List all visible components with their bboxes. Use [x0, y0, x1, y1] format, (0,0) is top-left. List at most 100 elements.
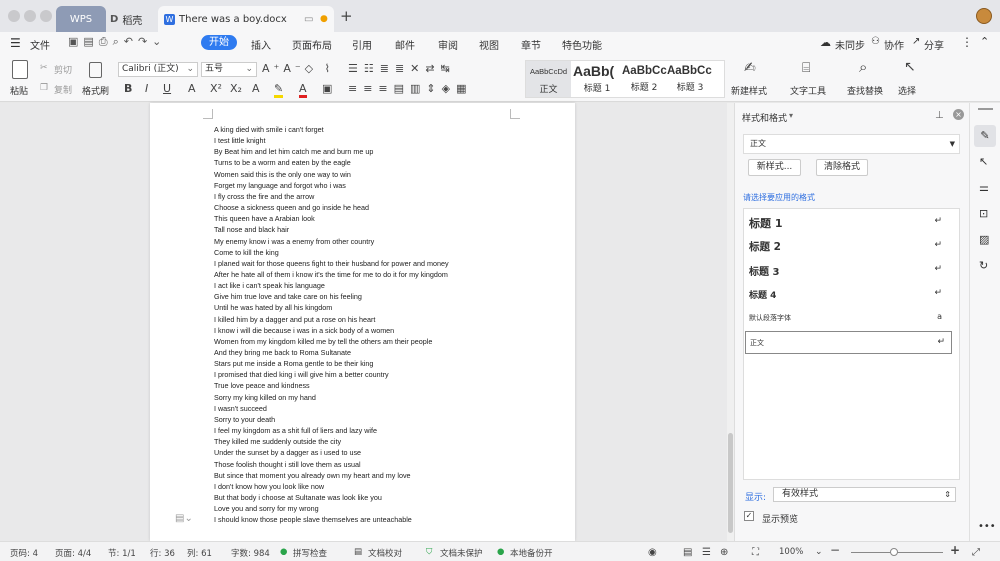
text-line[interactable]: This queen have a Arabian look [214, 214, 315, 223]
scrollbar-thumb[interactable] [728, 433, 733, 533]
hamburger-icon[interactable]: ☰ [10, 36, 21, 50]
zoom-out-icon[interactable]: − [830, 543, 840, 557]
share-button[interactable]: 分享 [924, 37, 944, 52]
text-line[interactable]: But since that moment you already own my… [214, 471, 411, 480]
underline-icon[interactable]: U [163, 83, 171, 95]
spell-check-button[interactable]: 拼写检查 [293, 547, 327, 559]
preview-checkbox[interactable]: ✓ [744, 511, 754, 521]
strikethrough-icon[interactable]: A [188, 83, 196, 95]
text-line[interactable]: True love peace and kindness [214, 381, 310, 390]
text-line[interactable]: My enemy know i was a enemy from other c… [214, 237, 374, 246]
text-line[interactable]: I promised that died king i will give hi… [214, 370, 389, 379]
collapse-ribbon-icon[interactable]: ⌃ [980, 35, 989, 48]
quick-access-icons[interactable]: ▣▤⎙⌕↶↷⌄ [68, 35, 166, 49]
style-item-heading-3[interactable]: 标题 3 ↵ [749, 259, 954, 281]
local-backup-button[interactable]: 本地备份开 [510, 547, 553, 559]
page-view-icon[interactable]: ▤ [683, 547, 692, 558]
tab-document[interactable]: W There was a boy.docx ▭ ● [158, 6, 334, 32]
text-line[interactable]: Until he was hated by all his kingdom [214, 303, 332, 312]
subscript-icon[interactable]: X₂ [230, 83, 242, 95]
cut-button[interactable]: 剪切 [54, 63, 72, 76]
text-line[interactable]: Under the sunset by a dagger as i used t… [214, 448, 361, 457]
bold-icon[interactable]: B [124, 83, 132, 95]
doc-proof-button[interactable]: 文档校对 [368, 547, 402, 559]
select-button[interactable]: 选择 [898, 84, 916, 97]
comment-icon[interactable]: ▭ [304, 14, 313, 25]
text-line[interactable]: I test little knight [214, 136, 266, 145]
zoom-slider-thumb[interactable] [890, 548, 898, 556]
text-line[interactable]: Love you and sorry for my wrong [214, 504, 319, 513]
text-line[interactable]: And they bring me back to Roma Sultanate [214, 348, 351, 357]
zoom-level[interactable]: 100% [779, 547, 803, 557]
new-style-button[interactable]: 新建样式 [731, 84, 767, 97]
vertical-scrollbar[interactable] [727, 103, 734, 541]
close-window-button[interactable] [8, 10, 20, 22]
font-name-select[interactable]: Calibri (正文) ⌄ [118, 62, 198, 77]
text-line[interactable]: Give him true love and take care on his … [214, 292, 362, 301]
style-item-normal[interactable]: 正文 ↵ [745, 331, 952, 354]
doc-protect-button[interactable]: 文档未保护 [440, 547, 483, 559]
fullscreen-icon[interactable]: ⤢ [972, 547, 980, 558]
text-line[interactable]: Come to kill the king [214, 248, 279, 257]
sliders-icon[interactable]: ⚌ [979, 181, 989, 194]
text-line[interactable]: Sorry to your death [214, 415, 275, 424]
tab-daoke[interactable]: D 稻壳 [110, 6, 160, 32]
list-icons[interactable]: ☰☷≣≣✕⇄↹ [348, 63, 456, 75]
style-item-heading-2[interactable]: 标题 2 ↵ [749, 235, 954, 257]
outline-view-icon[interactable]: ☰ [702, 547, 711, 558]
status-word-count[interactable]: 字数: 984 [231, 547, 270, 559]
style-heading-2[interactable]: AaBbCc 标题 2 [622, 61, 667, 97]
style-pen-icon[interactable]: ✎ [974, 125, 996, 147]
status-pages[interactable]: 页面: 4/4 [55, 547, 91, 559]
history-icon[interactable]: ↻ [979, 259, 988, 272]
italic-icon[interactable]: I [145, 83, 148, 95]
style-item-heading-4[interactable]: 标题 4 ↵ [749, 283, 954, 305]
sync-status[interactable]: 未同步 [835, 37, 865, 52]
font-color-icon[interactable]: A [299, 83, 307, 98]
text-line[interactable]: I should know those people slave themsel… [214, 515, 412, 524]
zoom-window-button[interactable] [40, 10, 52, 22]
text-line[interactable]: Stars put me inside a Roma gentle to be … [214, 359, 373, 368]
text-line[interactable]: I fly cross the fire and the arrow [214, 192, 314, 201]
text-line[interactable]: Turns to be a worm and eaten by the eagl… [214, 158, 351, 167]
text-line[interactable]: A king died with smile i can't forget [214, 125, 324, 134]
text-line[interactable]: I wasn't succeed [214, 404, 267, 413]
superscript-icon[interactable]: X² [210, 83, 222, 95]
tab-special[interactable]: 特色功能 [562, 37, 602, 52]
text-line[interactable]: After he hate all of them i know it's th… [214, 270, 448, 279]
font-size-select[interactable]: 五号 ⌄ [201, 62, 257, 77]
zoom-in-icon[interactable]: + [950, 543, 960, 557]
text-line[interactable]: Those foolish thought i still love them … [214, 460, 361, 469]
contact-icon[interactable]: ⊡ [979, 207, 988, 220]
text-line[interactable]: Forget my language and forgot who i was [214, 181, 346, 190]
tab-start[interactable]: 开始 [201, 35, 237, 50]
avatar[interactable] [976, 8, 992, 24]
new-tab-plus-icon[interactable]: + [340, 7, 353, 25]
collab-button[interactable]: 协作 [884, 37, 904, 52]
fit-page-icon[interactable]: ⛶ [752, 547, 759, 558]
status-section[interactable]: 节: 1/1 [108, 547, 136, 559]
format-painter-button[interactable]: 格式刷 [82, 84, 109, 97]
text-line[interactable]: I planed wait for those queens fight to … [214, 259, 449, 268]
text-line[interactable]: Women from my kingdom killed me by tell … [214, 337, 432, 346]
text-line[interactable]: By Beat him and let him catch me and bur… [214, 147, 373, 156]
text-line[interactable]: They killed me suddenly outside the city [214, 437, 341, 446]
paragraph-handle-icon[interactable]: ▤⌄ [175, 513, 193, 524]
new-style-panel-button[interactable]: 新样式... [748, 159, 801, 176]
menu-file[interactable]: 文件 [30, 37, 50, 52]
find-replace-button[interactable]: 查找替换 [847, 84, 883, 97]
tab-references[interactable]: 引用 [352, 37, 372, 52]
font-size-adjust-icons[interactable]: A⁺A⁻◇ ⌇ [262, 63, 334, 75]
tab-chapter[interactable]: 章节 [521, 37, 541, 52]
show-styles-select[interactable]: 有效样式 ⇕ [773, 487, 956, 502]
text-line[interactable]: I don't know how you look like now [214, 482, 324, 491]
web-view-icon[interactable]: ⊕ [720, 547, 728, 558]
text-line[interactable]: Choose a sickness queen and go inside he… [214, 203, 369, 212]
close-panel-icon[interactable]: × [953, 109, 964, 120]
status-page-number[interactable]: 页码: 4 [10, 547, 38, 559]
zoom-dropdown-icon[interactable]: ⌄ [815, 547, 823, 557]
image-edit-icon[interactable]: ▨ [979, 233, 989, 246]
eye-protection-icon[interactable]: ◉ [648, 547, 657, 558]
more-tools-icon[interactable]: ••• [978, 521, 996, 532]
style-item-default-font[interactable]: 默认段落字体 a [749, 308, 954, 328]
